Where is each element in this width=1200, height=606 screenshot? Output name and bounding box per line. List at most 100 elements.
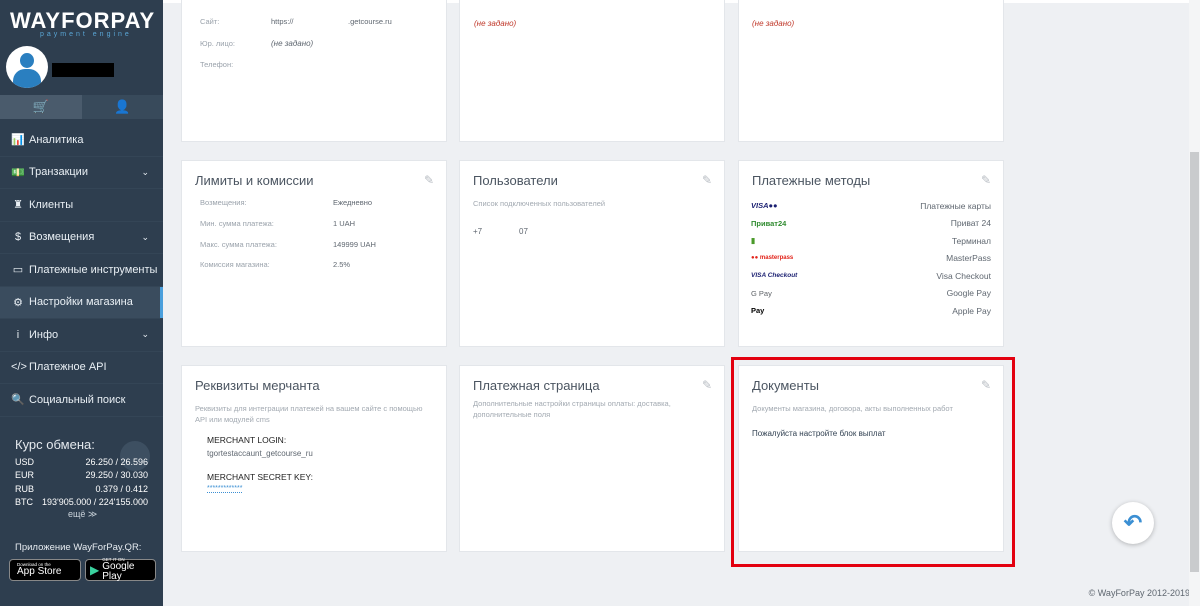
footer-copyright: © WayForPay 2012-2019 bbox=[1088, 588, 1190, 598]
app-title: Приложение WayForPay.QR: bbox=[15, 542, 142, 553]
legal-value: (не задано) bbox=[271, 39, 314, 48]
sidebar-item-payment-api[interactable]: </> Платежное API bbox=[0, 352, 163, 384]
chart-icon: 📊 bbox=[11, 134, 25, 147]
basket-tab[interactable]: 🛒 bbox=[0, 95, 82, 119]
username-redacted bbox=[52, 63, 114, 77]
store-info-card: Сайт: https:// .getcourse.ru Юр. лицо: (… bbox=[181, 0, 447, 142]
money-icon: 💵 bbox=[11, 166, 25, 179]
payment-method-label: Google Pay bbox=[946, 288, 991, 299]
sidebar-item-clients[interactable]: ♜ Клиенты bbox=[0, 189, 163, 222]
rate-value: 26.250 / 26.596 bbox=[85, 456, 148, 467]
payment-page-card: Платежная страница ✎ Дополнительные наст… bbox=[459, 365, 725, 552]
merchant-secret-key-value[interactable]: ************* bbox=[207, 485, 243, 493]
google-pay-logo: G Pay bbox=[751, 288, 772, 298]
user-tab[interactable]: 👤 bbox=[81, 95, 163, 119]
payment-method-label: Apple Pay bbox=[952, 305, 991, 316]
payment-page-desc: Дополнительные настройки страницы оплаты… bbox=[473, 399, 671, 419]
payment-method-row: VISA●● Платежные карты bbox=[751, 197, 991, 215]
limit-key: Возмещения: bbox=[200, 198, 247, 207]
users-card: Пользователи ✎ Список подключенных польз… bbox=[459, 160, 725, 347]
rate-currency: BTC bbox=[15, 497, 33, 508]
gear-icon: ⚙ bbox=[13, 296, 23, 309]
sidebar-item-label: Инфо bbox=[29, 328, 59, 341]
users-subtitle: Список подключенных пользователей bbox=[473, 199, 606, 208]
merchant-card: Реквизиты мерчанта Реквизиты для интегра… bbox=[181, 365, 447, 552]
payment-method-row: G Pay Google Pay bbox=[751, 285, 991, 303]
card-icon: ▭ bbox=[12, 264, 24, 277]
pencil-icon[interactable]: ✎ bbox=[702, 378, 712, 392]
more-rates-link[interactable]: ещё ≫ bbox=[68, 509, 97, 520]
sidebar-item-payment-tools[interactable]: ▭ Платежные инструменты bbox=[0, 254, 163, 287]
payment-method-row: Pay Apple Pay bbox=[751, 302, 991, 320]
payment-method-label: Терминал bbox=[951, 235, 991, 246]
payment-method-row: VISA Checkout Visa Checkout bbox=[751, 267, 991, 285]
limit-key: Мин. сумма платежа: bbox=[200, 219, 274, 228]
sidebar-item-refunds[interactable]: $ Возмещения ⌄ bbox=[0, 222, 163, 254]
user-phone-a: +7 bbox=[473, 227, 483, 236]
chevron-down-icon: ⌄ bbox=[141, 329, 149, 339]
terminal-logo: ▮ bbox=[751, 236, 756, 246]
code-icon: </> bbox=[11, 361, 27, 374]
payment-method-row: ▮ Терминал bbox=[751, 232, 991, 250]
avatar-head bbox=[20, 53, 34, 68]
google-play-button[interactable]: ▶ GET IT ON Google Play bbox=[85, 557, 156, 582]
rate-value: 0.379 / 0.412 bbox=[95, 483, 148, 494]
payment-page-title: Платежная страница bbox=[473, 378, 600, 393]
rate-currency: USD bbox=[15, 456, 35, 467]
sidebar-item-analytics[interactable]: 📊 Аналитика bbox=[0, 124, 163, 157]
exchange-rates-title: Курс обмена: bbox=[15, 437, 95, 452]
rate-value: 29.250 / 30.030 bbox=[85, 470, 148, 481]
payment-method-row: Приват24 Приват 24 bbox=[751, 215, 991, 233]
avatar-body bbox=[13, 69, 41, 88]
back-button[interactable]: ↶ bbox=[1112, 502, 1154, 544]
rate-row: RUB 0.379 / 0.412 bbox=[15, 482, 148, 496]
rate-currency: RUB bbox=[15, 483, 35, 494]
scrollbar-thumb[interactable] bbox=[1190, 152, 1199, 572]
apple-pay-logo: Pay bbox=[751, 306, 765, 316]
chevron-down-icon: ⌄ bbox=[141, 166, 149, 177]
merchant-secret-key-label: MERCHANT SECRET KEY: bbox=[207, 472, 313, 482]
user-icon: 👤 bbox=[114, 99, 131, 114]
payment-methods-title: Платежные методы bbox=[752, 173, 871, 188]
sidebar-item-store-settings[interactable]: ⚙ Настройки магазина bbox=[0, 286, 163, 319]
merchant-title: Реквизиты мерчанта bbox=[195, 378, 320, 393]
rate-row: BTC 193'905.000 / 224'155.000 bbox=[15, 496, 148, 510]
sidebar-item-label: Аналитика bbox=[29, 133, 84, 146]
rate-row: USD 26.250 / 26.596 bbox=[15, 455, 148, 469]
limit-value: 149999 UAH bbox=[333, 240, 376, 249]
payment-method-row: ●● masterpass MasterPass bbox=[751, 250, 991, 268]
dollar-icon: $ bbox=[14, 231, 22, 244]
limit-key: Макс. сумма платежа: bbox=[200, 240, 277, 249]
limit-value: Ежедневно bbox=[333, 198, 373, 207]
rate-row: EUR 29.250 / 30.030 bbox=[15, 469, 148, 483]
app-store-button[interactable]: Download on the App Store bbox=[9, 559, 81, 581]
not-set-value: (не задано) bbox=[752, 19, 795, 28]
phone-label: Телефон: bbox=[200, 60, 234, 69]
pencil-icon[interactable]: ✎ bbox=[981, 173, 991, 187]
site-label: Сайт: bbox=[200, 17, 220, 26]
avatar[interactable] bbox=[6, 46, 48, 88]
merchant-desc: Реквизиты для интеграции платежей на ваш… bbox=[195, 404, 423, 424]
sidebar-item-label: Возмещения bbox=[29, 231, 95, 244]
sidebar-item-social-search[interactable]: 🔍 Социальный поиск bbox=[0, 384, 163, 417]
logo-subtitle: payment engine bbox=[40, 31, 132, 38]
search-icon: 🔍 bbox=[11, 394, 25, 407]
sidebar-nav: 📊 Аналитика 💵 Транзакции ⌄ ♜ Клиенты $ В… bbox=[0, 124, 163, 417]
site-value-a: https:// bbox=[271, 17, 294, 26]
pencil-icon[interactable]: ✎ bbox=[424, 173, 434, 187]
payment-method-label: MasterPass bbox=[946, 253, 991, 264]
sidebar-tabs: 🛒 👤 bbox=[0, 95, 163, 119]
chevron-down-icon: ⌄ bbox=[141, 231, 149, 242]
merchant-login-label: MERCHANT LOGIN: bbox=[207, 435, 287, 445]
sidebar: WAYFORPAY payment engine 🛒 👤 📊 Аналитика… bbox=[0, 0, 163, 606]
payment-method-label: Приват 24 bbox=[950, 218, 991, 229]
sidebar-item-label: Клиенты bbox=[29, 198, 74, 211]
merchant-login-value[interactable]: tgortestaccaunt_getcourse_ru bbox=[207, 449, 313, 458]
limit-value: 1 UAH bbox=[333, 219, 356, 228]
sidebar-item-transactions[interactable]: 💵 Транзакции ⌄ bbox=[0, 157, 163, 189]
pencil-icon[interactable]: ✎ bbox=[702, 173, 712, 187]
sidebar-item-info[interactable]: i Инфо ⌄ bbox=[0, 319, 163, 352]
sidebar-item-label: Платежное API bbox=[29, 361, 107, 374]
legal-label: Юр. лицо: bbox=[200, 39, 235, 48]
rate-currency: EUR bbox=[15, 470, 35, 481]
